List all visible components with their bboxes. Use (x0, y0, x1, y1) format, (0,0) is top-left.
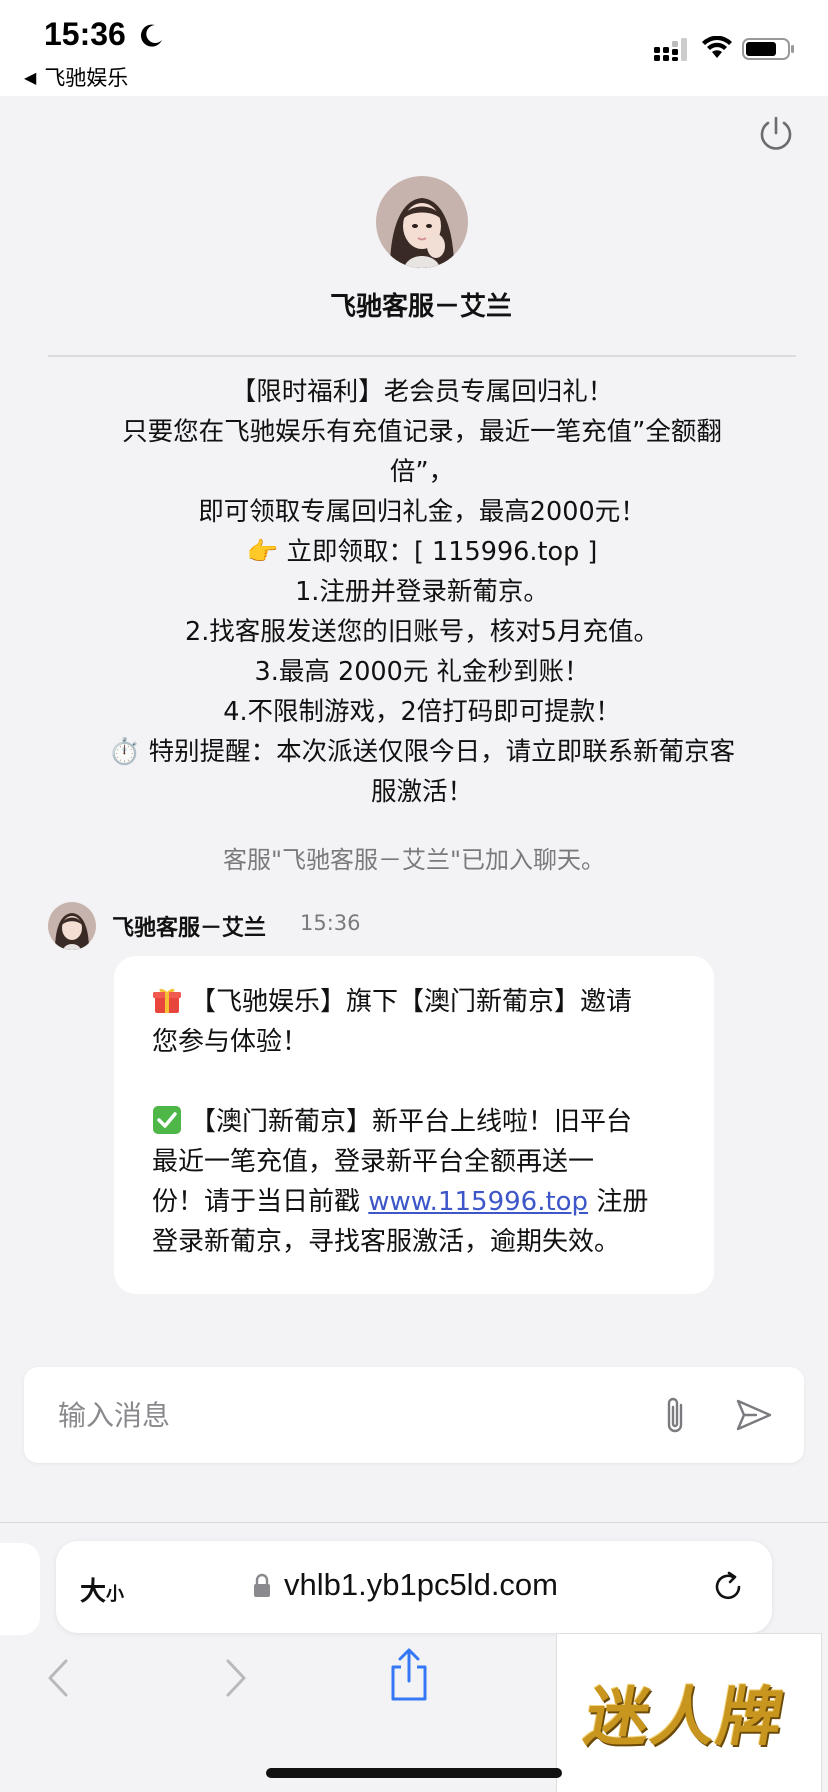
send-icon[interactable] (734, 1395, 774, 1435)
watermark-logo: 迷人牌 (556, 1633, 822, 1792)
message-text: 【澳门新葡京】新平台上线啦！旧平台 (190, 1107, 633, 1137)
text-size-big: 大 (80, 1577, 107, 1607)
sender-avatar (48, 902, 96, 950)
message-text: 【飞驰娱乐】旗下【澳门新葡京】邀请 (190, 987, 633, 1017)
browser-toolbar: 大小 vhlb1.yb1pc5ld.com 迷人牌 (0, 1522, 828, 1792)
welcome-line: 只要您在飞驰娱乐有充值记录，最近一笔充值”全额翻 (122, 417, 722, 447)
signal-icon (654, 38, 687, 61)
reload-icon[interactable] (710, 1569, 746, 1605)
message-line: 份！请于当日前戳 www.115996.top 注册 (152, 1182, 678, 1222)
welcome-line: 1.注册并登录新葡京。 (295, 577, 549, 607)
message-input[interactable] (58, 1393, 618, 1437)
back-chevron-icon[interactable] (44, 1655, 72, 1701)
welcome-message: 【限时福利】老会员专属回归礼！ 只要您在飞驰娱乐有充值记录，最近一笔充值”全额翻… (62, 372, 782, 812)
message-bubble: 【飞驰娱乐】旗下【澳门新葡京】邀请 您参与体验！ 【澳门新葡京】新平台上线啦！旧… (114, 956, 714, 1294)
welcome-line: 👉 立即领取：[ 115996.top ] (246, 537, 598, 567)
welcome-line: 2.找客服发送您的旧账号，核对5月充值。 (184, 617, 660, 647)
welcome-line: 服激活！ (370, 777, 473, 807)
message-text: 注册 (588, 1187, 649, 1217)
gift-icon (153, 988, 181, 1013)
wifi-icon (702, 36, 732, 58)
welcome-line: 4.不限制游戏，2倍打码即可提款！ (223, 697, 621, 727)
chat-area[interactable]: 飞驰客服－艾兰 【限时福利】老会员专属回归礼！ 只要您在飞驰娱乐有充值记录，最近… (0, 96, 828, 1522)
back-app-label: 飞驰娱乐 (44, 66, 129, 90)
message-text: 您参与体验！ (152, 1027, 309, 1057)
agent-name: 飞驰客服－艾兰 (329, 292, 512, 322)
power-icon[interactable] (756, 114, 796, 154)
moon-icon (140, 24, 162, 47)
status-bar: 15:36 ◀ 飞驰娱乐 (0, 0, 828, 96)
message-composer (24, 1367, 804, 1463)
system-note: 客服"飞驰客服－艾兰"已加入聊天。 (222, 846, 606, 874)
watermark-text: 迷人牌 (579, 1680, 791, 1755)
message-text: 最近一笔充值，登录新平台全额再送一 (152, 1147, 595, 1177)
lock-icon (254, 1573, 270, 1597)
promo-link[interactable]: www.115996.top (368, 1187, 588, 1217)
back-to-app-link[interactable]: ◀ 飞驰娱乐 (24, 62, 128, 92)
message-paragraph: 【飞驰娱乐】旗下【澳门新葡京】邀请 (152, 982, 678, 1022)
check-mark-icon (153, 1106, 181, 1134)
message-time: 15:36 (300, 911, 361, 935)
text-size-small: 小 (106, 1584, 125, 1605)
back-triangle-icon: ◀ (24, 68, 37, 87)
paperclip-icon[interactable] (656, 1393, 694, 1437)
message-sender: 飞驰客服－艾兰 (112, 916, 267, 941)
text-size-button[interactable]: 大小 (80, 1571, 124, 1608)
message-paragraph: 【澳门新葡京】新平台上线啦！旧平台 (152, 1102, 678, 1142)
previous-tab-peek[interactable] (0, 1543, 40, 1635)
message-text: 份！请于当日前戳 (152, 1187, 369, 1217)
welcome-line: 即可领取专属回归礼金，最高2000元！ (198, 497, 646, 527)
welcome-line: 【限时福利】老会员专属回归礼！ (230, 377, 614, 407)
welcome-line: ⏱️ 特别提醒：本次派送仅限今日，请立即联系新葡京客 (108, 737, 736, 767)
status-time: 15:36 (44, 16, 126, 52)
message-text: 登录新葡京，寻找客服激活，逾期失效。 (152, 1227, 621, 1257)
address-bar[interactable]: 大小 vhlb1.yb1pc5ld.com (56, 1541, 772, 1633)
battery-icon (742, 38, 794, 60)
url-text: vhlb1.yb1pc5ld.com (284, 1567, 558, 1602)
welcome-line: 3.最高 2000元 礼金秒到账！ (254, 657, 590, 687)
share-icon[interactable] (388, 1647, 430, 1703)
divider (48, 355, 796, 357)
welcome-line: 倍”， (389, 457, 455, 487)
home-indicator (266, 1768, 562, 1778)
agent-avatar (376, 176, 468, 268)
forward-chevron-icon[interactable] (222, 1655, 250, 1701)
